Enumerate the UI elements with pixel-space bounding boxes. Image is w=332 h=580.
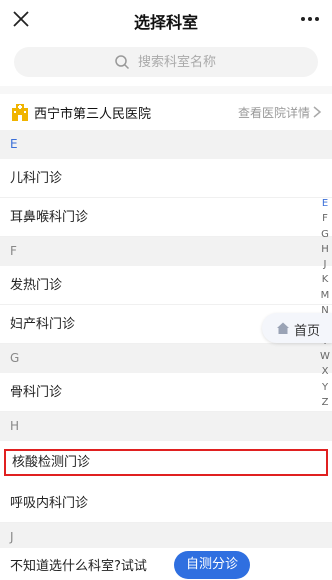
triage-prompt: 不知道选什么科室?试试 [10,559,147,574]
search-box[interactable] [14,47,318,77]
hospital-row[interactable]: 西宁市第三人民医院 查看医院详情 [0,94,332,130]
bottom-bar: 不知道选什么科室?试试 自测分诊 [0,548,332,580]
hospital-name: 西宁市第三人民医院 [34,107,152,122]
index-letter[interactable]: M [318,288,332,303]
spacer [0,476,332,484]
top-bar: 选择科室 [0,0,332,38]
alphabet-index[interactable]: E F G H J K M N S T W X Y Z [318,196,332,410]
index-letter[interactable]: X [318,364,332,379]
index-letter[interactable]: K [318,272,332,287]
dept-item[interactable]: 骨科门诊 [0,373,332,412]
index-letter[interactable]: H [318,242,332,257]
index-letter[interactable]: W [318,349,332,364]
search-icon [115,55,130,70]
hospital-detail-link[interactable]: 查看医院详情 [238,104,310,121]
section-header-g: G [0,344,332,373]
index-letter[interactable]: E [318,196,332,211]
section-header-h: H [0,412,332,441]
section-header-e: E [0,130,332,159]
index-letter[interactable]: G [318,227,332,242]
page-title: 选择科室 [133,13,198,32]
divider [0,86,332,94]
spacer [0,441,332,449]
home-float-button[interactable]: 首页 [262,313,332,343]
dept-item[interactable]: 发热门诊 [0,266,332,305]
dept-item[interactable]: 耳鼻喉科门诊 [0,198,332,237]
chevron-right-icon [313,106,322,118]
dept-item[interactable]: 呼吸内科门诊 [0,484,332,523]
index-letter[interactable]: Y [318,380,332,395]
search-input[interactable] [138,47,308,77]
home-icon [277,322,289,334]
dept-item[interactable]: 儿科门诊 [0,159,332,198]
more-icon[interactable] [298,8,322,30]
index-letter[interactable]: F [318,211,332,226]
home-label: 首页 [294,324,321,339]
index-letter[interactable]: J [318,257,332,272]
index-letter[interactable]: Z [318,395,332,410]
section-header-f: F [0,237,332,266]
hospital-building-icon [12,104,28,121]
self-triage-button[interactable]: 自测分诊 [174,551,250,579]
dept-item-highlighted[interactable]: 核酸检测门诊 [4,449,328,476]
